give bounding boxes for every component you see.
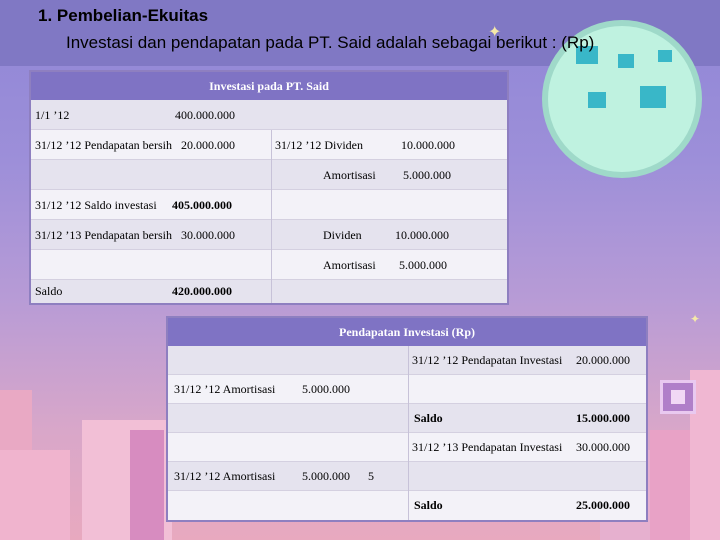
left-value: 5.000.000 xyxy=(302,469,350,483)
investment-account-title: Investasi pada PT. Said xyxy=(31,72,507,100)
table-row: 31/12 ’12 Pendapatan Investasi 20.000.00… xyxy=(168,346,646,375)
moon-crater xyxy=(640,86,666,108)
right-label: Amortisasi xyxy=(323,168,376,182)
left-label: 31/12 ’12 Amortisasi xyxy=(174,469,276,483)
slide-subtitle: Investasi dan pendapatan pada PT. Said a… xyxy=(66,33,595,52)
left-label: 31/12 ’13 Pendapatan bersih xyxy=(35,228,172,242)
table-row: 31/12 ’12 Saldo investasi 405.000.000 xyxy=(31,190,507,220)
table-row: 1/1 ’12 400.000.000 xyxy=(31,100,507,130)
building xyxy=(130,430,164,540)
right-value: 10.000.000 xyxy=(401,138,455,152)
moon-crater xyxy=(658,50,672,62)
left-label: 31/12 ’12 Saldo investasi xyxy=(35,198,157,212)
right-value: 20.000.000 xyxy=(576,353,630,367)
right-value: 15.000.000 xyxy=(576,411,630,425)
left-label: 31/12 ’12 Amortisasi xyxy=(174,382,276,396)
right-label: 31/12 ’13 Pendapatan Investasi xyxy=(412,440,563,454)
left-value: 30.000.000 xyxy=(181,228,235,242)
left-value: 5.000.000 xyxy=(302,382,350,396)
table-row: Amortisasi 5.000.000 xyxy=(31,160,507,190)
building xyxy=(0,450,70,540)
right-label: 31/12 ’12 Pendapatan Investasi xyxy=(412,353,563,367)
column-divider xyxy=(408,346,409,520)
right-value: 10.000.000 xyxy=(395,228,449,242)
income-account-table: Pendapatan Investasi (Rp) 31/12 ’12 Pend… xyxy=(166,316,648,522)
table-row: Amortisasi 5.000.000 xyxy=(31,250,507,280)
table-row: 31/12 ’12 Amortisasi 5.000.000 5 xyxy=(168,462,646,491)
left-label: 31/12 ’12 Pendapatan bersih xyxy=(35,138,172,152)
column-divider xyxy=(271,130,272,303)
right-value: 5.000.000 xyxy=(399,258,447,272)
table-row: 31/12 ’12 Pendapatan bersih 20.000.000 3… xyxy=(31,130,507,160)
billboard-sign xyxy=(660,380,696,414)
income-account-title: Pendapatan Investasi (Rp) xyxy=(168,318,646,346)
table-row: 31/12 ’12 Amortisasi 5.000.000 xyxy=(168,375,646,404)
right-label: Amortisasi xyxy=(323,258,376,272)
right-value: 25.000.000 xyxy=(576,498,630,512)
table-row: Saldo 420.000.000 xyxy=(31,280,507,303)
left-value: 400.000.000 xyxy=(175,108,235,122)
right-label: Saldo xyxy=(414,411,443,425)
right-label: Dividen xyxy=(323,228,362,242)
left-label: 1/1 ’12 xyxy=(35,108,70,122)
slide-title: 1. Pembelian-Ekuitas xyxy=(38,6,209,25)
right-label: Saldo xyxy=(414,498,443,512)
moon-crater xyxy=(588,92,606,108)
table-row: Saldo 15.000.000 xyxy=(168,404,646,433)
right-value: 30.000.000 xyxy=(576,440,630,454)
table-row: 31/12 ’13 Pendapatan bersih 30.000.000 D… xyxy=(31,220,507,250)
table-row: 31/12 ’13 Pendapatan Investasi 30.000.00… xyxy=(168,433,646,462)
moon-crater xyxy=(618,54,634,68)
investment-account-table: Investasi pada PT. Said 1/1 ’12 400.000.… xyxy=(29,70,509,305)
sparkle-icon: ✦ xyxy=(690,312,701,326)
right-value: 5.000.000 xyxy=(403,168,451,182)
left-label: Saldo xyxy=(35,284,63,298)
left-value: 420.000.000 xyxy=(172,284,232,298)
table-row: Saldo 25.000.000 xyxy=(168,491,646,520)
left-value: 20.000.000 xyxy=(181,138,235,152)
right-label: 31/12 ’12 Dividen xyxy=(275,138,363,152)
left-value: 405.000.000 xyxy=(172,198,232,212)
billboard-panel xyxy=(671,390,685,404)
extra-value: 5 xyxy=(368,469,374,483)
